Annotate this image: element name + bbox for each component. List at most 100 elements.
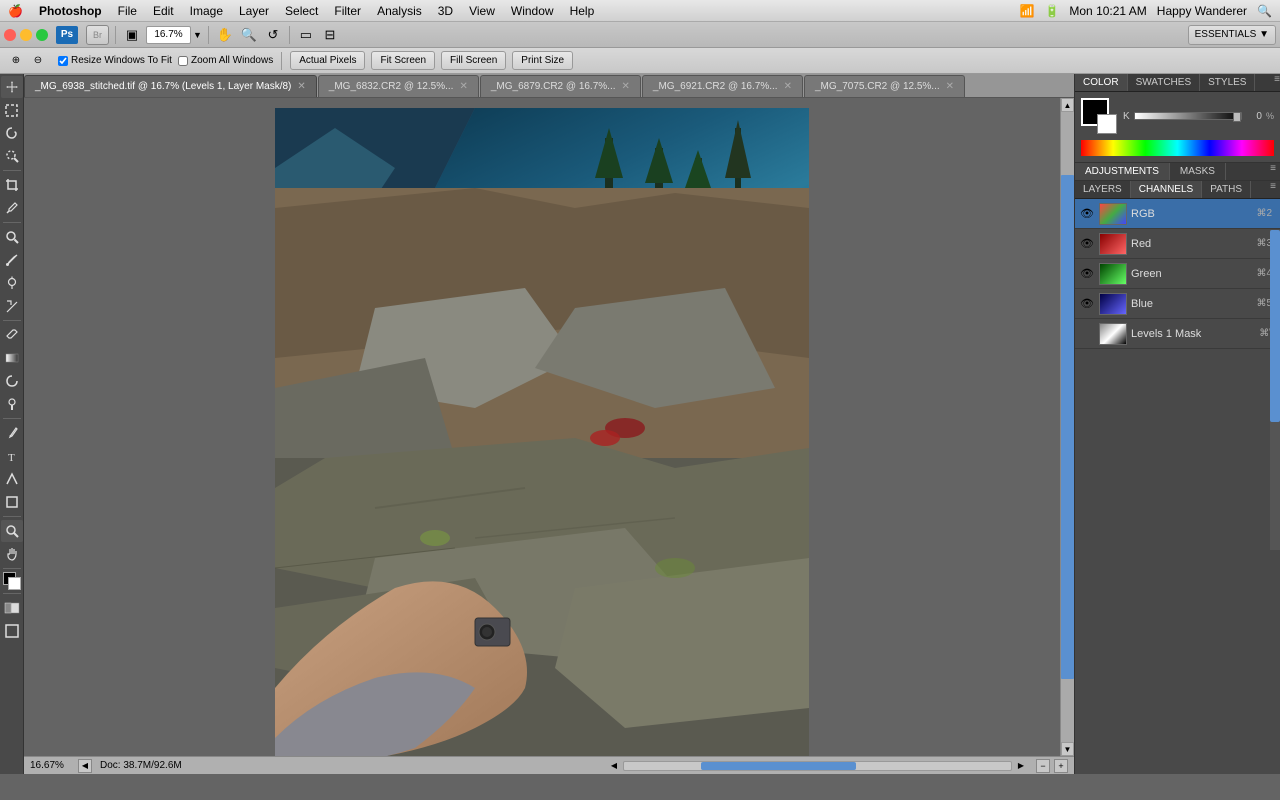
lasso-tool[interactable] xyxy=(1,122,23,144)
eyedropper-tool[interactable] xyxy=(1,197,23,219)
styles-tab[interactable]: STYLES xyxy=(1200,74,1255,91)
close-tab-3[interactable]: ✕ xyxy=(622,81,630,92)
k-slider[interactable] xyxy=(1134,112,1242,120)
zoom-value[interactable]: 16.7% xyxy=(146,26,191,44)
rect-marquee-tool[interactable] xyxy=(1,99,23,121)
zoom-minus-btn[interactable]: − xyxy=(1036,759,1050,773)
edit-menu[interactable]: Edit xyxy=(153,4,174,18)
essentials-btn[interactable]: ESSENTIALS ▼ xyxy=(1188,25,1276,45)
quick-mask-btn[interactable] xyxy=(1,597,23,619)
adj-panel-collapse[interactable]: ≡ xyxy=(1270,163,1280,180)
filter-menu[interactable]: Filter xyxy=(334,4,361,18)
search-icon[interactable]: 🔍 xyxy=(1257,4,1272,18)
gradient-tool[interactable] xyxy=(1,347,23,369)
tab-5[interactable]: _MG_7075.CR2 @ 12.5%... ✕ xyxy=(804,75,965,97)
maximize-window[interactable] xyxy=(36,29,48,41)
clone-stamp-tool[interactable] xyxy=(1,272,23,294)
close-tab-5[interactable]: ✕ xyxy=(946,81,954,92)
right-scrollbar-thumb[interactable] xyxy=(1270,230,1280,422)
tab-4[interactable]: _MG_6921.CR2 @ 16.7%... ✕ xyxy=(642,75,803,97)
resize-windows-input[interactable] xyxy=(58,56,68,66)
blue-eye-icon[interactable]: 👁 xyxy=(1079,296,1095,312)
layer-menu[interactable]: Layer xyxy=(239,4,269,18)
rgb-eye-icon[interactable]: 👁 xyxy=(1079,206,1095,222)
canvas-wrapper[interactable] xyxy=(24,98,1060,756)
canvas-image[interactable] xyxy=(275,108,809,756)
hand-tool[interactable] xyxy=(1,543,23,565)
resize-windows-checkbox[interactable]: Resize Windows To Fit xyxy=(58,55,172,66)
fit-screen-btn[interactable]: Fit Screen xyxy=(371,51,435,70)
background-color-box[interactable] xyxy=(1097,114,1117,134)
rotate-tool-icon[interactable]: ↺ xyxy=(263,25,283,45)
tab-2[interactable]: _MG_6832.CR2 @ 12.5%... ✕ xyxy=(318,75,479,97)
right-panel-scrollbar[interactable] xyxy=(1270,230,1280,550)
fill-screen-btn[interactable]: Fill Screen xyxy=(441,51,506,70)
blur-tool[interactable] xyxy=(1,370,23,392)
path-select-tool[interactable] xyxy=(1,468,23,490)
scroll-track-v[interactable] xyxy=(1061,112,1074,742)
channel-mask[interactable]: 👁 Levels 1 Mask ⌘\ xyxy=(1075,319,1280,349)
view-single-icon[interactable]: ▣ xyxy=(122,25,142,45)
close-tab-1[interactable]: ✕ xyxy=(297,81,305,92)
tab-3[interactable]: _MG_6879.CR2 @ 16.7%... ✕ xyxy=(480,75,641,97)
file-menu[interactable]: File xyxy=(118,4,137,18)
app-name[interactable]: Photoshop xyxy=(39,4,102,18)
3d-menu[interactable]: 3D xyxy=(438,4,453,18)
brush-tool[interactable] xyxy=(1,249,23,271)
shape-tool[interactable] xyxy=(1,491,23,513)
color-tab[interactable]: COLOR xyxy=(1075,74,1128,91)
move-tool[interactable] xyxy=(1,76,23,98)
close-window[interactable] xyxy=(4,29,16,41)
scroll-up-arrow[interactable]: ▲ xyxy=(1061,98,1074,112)
layers-tab[interactable]: LAYERS xyxy=(1075,181,1131,198)
spot-healing-tool[interactable] xyxy=(1,226,23,248)
paths-tab[interactable]: PATHS xyxy=(1202,181,1251,198)
crop-tool[interactable] xyxy=(1,174,23,196)
quick-select-tool[interactable] xyxy=(1,145,23,167)
horizontal-scrollbar[interactable] xyxy=(623,761,1012,771)
minimize-window[interactable] xyxy=(20,29,32,41)
bridge-btn[interactable]: Br xyxy=(86,25,109,45)
zoom-tool-icon[interactable]: 🔍 xyxy=(239,25,259,45)
status-arrow-left[interactable]: ◀ xyxy=(78,759,92,773)
close-tab-2[interactable]: ✕ xyxy=(459,81,467,92)
masks-tab[interactable]: MASKS xyxy=(1170,163,1226,180)
scroll-down-arrow[interactable]: ▼ xyxy=(1061,742,1074,756)
zoom-plus-btn[interactable]: + xyxy=(1054,759,1068,773)
background-color[interactable] xyxy=(8,577,21,590)
channel-rgb[interactable]: 👁 RGB ⌘2 xyxy=(1075,199,1280,229)
hand-tool-icon[interactable]: ✋ xyxy=(215,25,235,45)
type-tool[interactable]: T xyxy=(1,445,23,467)
zoom-dropdown[interactable]: ▼ xyxy=(193,30,202,40)
actual-pixels-btn[interactable]: Actual Pixels xyxy=(290,51,365,70)
history-brush-tool[interactable] xyxy=(1,295,23,317)
scroll-right-arrow[interactable]: ▶ xyxy=(1018,761,1024,770)
screen-mode-btn[interactable] xyxy=(1,620,23,642)
view-menu[interactable]: View xyxy=(469,4,495,18)
color-selector[interactable] xyxy=(1081,98,1117,134)
color-panel-collapse[interactable]: ≡ xyxy=(1274,74,1280,91)
vertical-scrollbar[interactable]: ▲ ▼ xyxy=(1060,98,1074,756)
swatches-tab[interactable]: SWATCHES xyxy=(1128,74,1201,91)
image-menu[interactable]: Image xyxy=(190,4,223,18)
channel-red[interactable]: 👁 Red ⌘3 xyxy=(1075,229,1280,259)
select-menu[interactable]: Select xyxy=(285,4,318,18)
red-eye-icon[interactable]: 👁 xyxy=(1079,236,1095,252)
screen-mode-icon[interactable]: ▭ xyxy=(296,25,316,45)
zoom-tool[interactable] xyxy=(1,520,23,542)
channel-blue[interactable]: 👁 Blue ⌘5 xyxy=(1075,289,1280,319)
analysis-menu[interactable]: Analysis xyxy=(377,4,422,18)
apple-menu[interactable]: 🍎 xyxy=(8,4,23,18)
color-spectrum[interactable] xyxy=(1081,140,1274,156)
window-menu[interactable]: Window xyxy=(511,4,554,18)
close-tab-4[interactable]: ✕ xyxy=(784,81,792,92)
layers-panel-collapse[interactable]: ≡ xyxy=(1270,181,1280,198)
color-boxes[interactable] xyxy=(3,572,21,590)
tab-1[interactable]: _MG_6938_stitched.tif @ 16.7% (Levels 1,… xyxy=(24,75,317,97)
help-menu[interactable]: Help xyxy=(570,4,595,18)
k-slider-thumb[interactable] xyxy=(1233,112,1241,122)
pen-tool[interactable] xyxy=(1,422,23,444)
scroll-thumb-h[interactable] xyxy=(701,762,856,770)
mask-eye-icon[interactable]: 👁 xyxy=(1079,326,1095,342)
eraser-tool[interactable] xyxy=(1,324,23,346)
